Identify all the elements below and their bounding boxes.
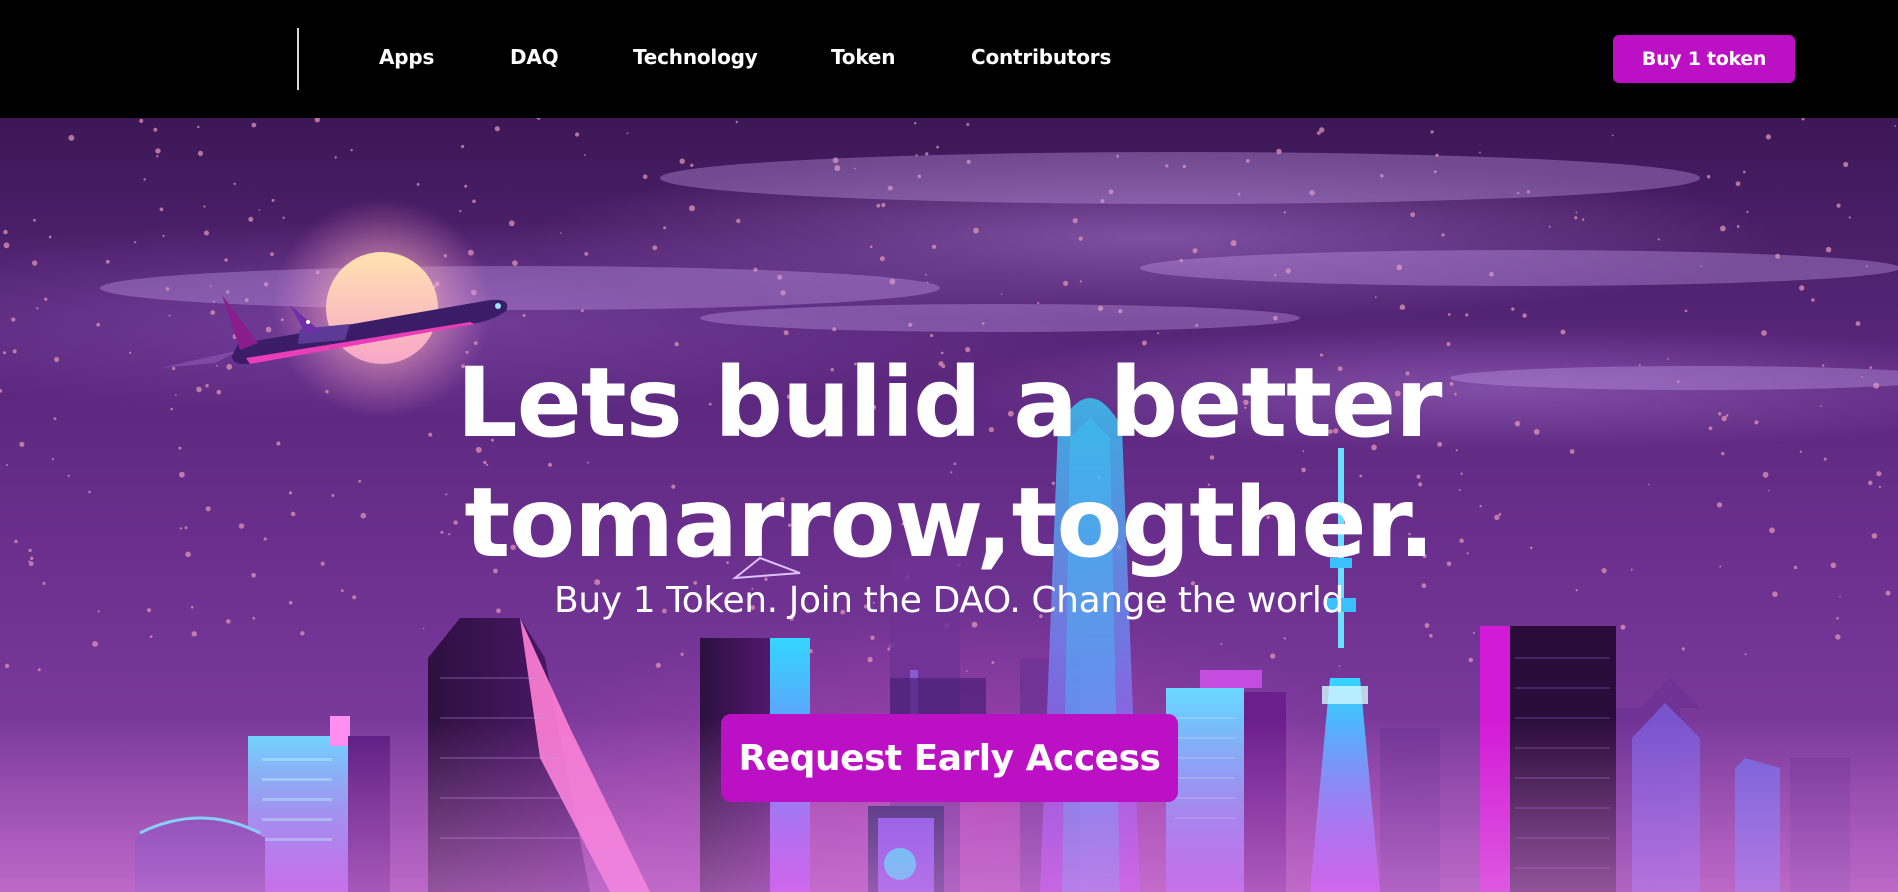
hero-headline-line1: Lets bulid a better <box>456 347 1442 459</box>
nav-link-contributors[interactable]: Contributors <box>971 45 1111 69</box>
nav-link-daq[interactable]: DAQ <box>510 45 559 69</box>
request-early-access-button[interactable]: Request Early Access <box>721 714 1178 802</box>
brand-divider <box>297 28 299 90</box>
hero-section: Lets bulid a better tomarrow,togther. Bu… <box>0 118 1898 892</box>
nav-link-token[interactable]: Token <box>831 45 895 69</box>
hero-headline-line2: tomarrow,togther. <box>464 467 1434 579</box>
nav-link-apps[interactable]: Apps <box>379 45 434 69</box>
site-header: Apps DAQ Technology Token Contributors B… <box>0 0 1898 118</box>
buy-token-button[interactable]: Buy 1 token <box>1613 35 1795 83</box>
hero-headline: Lets bulid a better tomarrow,togther. <box>0 343 1898 583</box>
nav-link-technology[interactable]: Technology <box>633 45 758 69</box>
hero-subheadline: Buy 1 Token. Join the DAO. Change the wo… <box>554 580 1344 621</box>
